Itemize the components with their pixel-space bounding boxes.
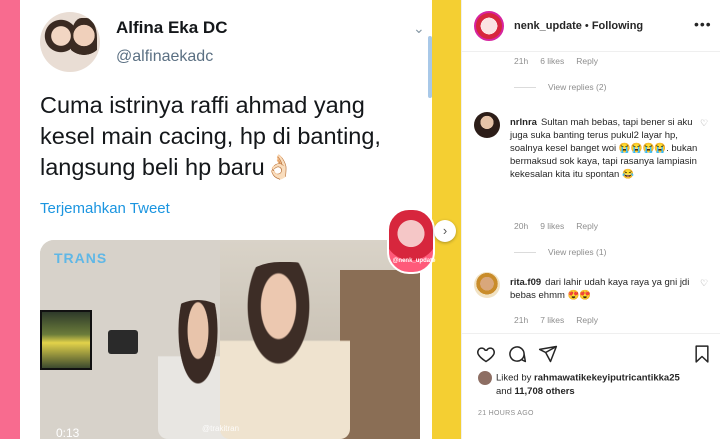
view-replies-button[interactable]: View replies (1) xyxy=(514,247,606,257)
chevron-down-icon: ⌄ xyxy=(413,20,425,36)
liked-user-link[interactable]: rahmawatikekeyiputricantikka25 xyxy=(534,373,680,384)
translate-tweet-link: Terjemahkan Tweet xyxy=(40,200,170,217)
tweet-video: TRANS @trakitran 0:13 xyxy=(40,240,420,439)
video-watermark: @trakitran xyxy=(202,424,240,433)
instagram-panel: nenk_update • Following ••• 21h 6 likes Re… xyxy=(461,0,720,439)
view-replies-button[interactable]: View replies (2) xyxy=(514,82,606,92)
video-time: 0:13 xyxy=(56,426,80,439)
chevron-right-icon[interactable]: › xyxy=(434,220,456,242)
comment-likes[interactable]: 6 likes xyxy=(540,56,564,66)
comment-body: nrlnra Sultan mah bebas, tapi bener si ak… xyxy=(510,116,706,181)
username-link[interactable]: nenk_update xyxy=(514,20,582,32)
comment-meta: 21h 6 likes Reply xyxy=(514,56,610,66)
scrollbar xyxy=(428,36,432,98)
video-door xyxy=(340,270,420,439)
comment-username[interactable]: nrlnra xyxy=(510,117,537,128)
reply-button[interactable]: Reply xyxy=(576,315,598,325)
heart-icon[interactable]: ♡ xyxy=(700,278,708,289)
heart-icon[interactable]: ♡ xyxy=(700,118,708,129)
tweet-author-handle: @alfinaekadc xyxy=(116,48,214,65)
reply-button[interactable]: Reply xyxy=(576,221,598,231)
more-options-icon[interactable]: ••• xyxy=(694,16,712,32)
tweet-card: Alfina Eka DC @alfinaekadc ⌄ Cuma istrin… xyxy=(20,0,432,439)
avatar[interactable] xyxy=(474,272,500,298)
comment-time: 21h xyxy=(514,315,529,325)
avatar[interactable] xyxy=(478,371,492,385)
video-channel-logo: TRANS xyxy=(54,250,108,266)
following-button[interactable]: Following xyxy=(592,20,643,32)
comment-likes[interactable]: 7 likes xyxy=(540,315,564,325)
bookmark-icon[interactable] xyxy=(692,344,712,369)
comment-body: rita.f09 dari lahir udah kaya raya ya gni… xyxy=(510,276,706,302)
comment-time: 20h xyxy=(514,221,529,231)
comment-icon[interactable] xyxy=(507,344,527,369)
comment-likes[interactable]: 9 likes xyxy=(540,221,564,231)
comment-meta: 21h 7 likes Reply xyxy=(514,315,610,325)
video-tv xyxy=(40,310,92,370)
post-actions: Liked by rahmawatikekeyiputricantikka25 … xyxy=(462,333,720,439)
heart-icon[interactable] xyxy=(476,344,496,369)
separator: • xyxy=(581,20,592,32)
post-media: Alfina Eka DC @alfinaekadc ⌄ Cuma istrin… xyxy=(0,0,461,439)
video-speaker xyxy=(108,330,138,354)
comment-time: 21h xyxy=(514,56,529,66)
liked-by: Liked by rahmawatikekeyiputricantikka25 … xyxy=(478,371,680,398)
tweet-author-name: Alfina Eka DC xyxy=(116,18,228,37)
pink-border xyxy=(0,0,20,439)
avatar[interactable] xyxy=(474,112,500,138)
avatar[interactable] xyxy=(474,11,504,41)
comment-text: Sultan mah bebas, tapi bener si aku juga… xyxy=(510,117,698,180)
post-owner: nenk_update • Following xyxy=(514,20,643,32)
liked-prefix: Liked by xyxy=(496,372,535,384)
likes-count-link[interactable]: 11,708 others xyxy=(515,386,575,397)
post-header: nenk_update • Following ••• xyxy=(462,0,720,52)
post-timestamp: 21 HOURS AGO xyxy=(478,410,534,417)
share-icon[interactable] xyxy=(538,344,558,369)
liked-and: and xyxy=(496,386,515,397)
tweet-avatar xyxy=(40,12,100,72)
comment-username[interactable]: rita.f09 xyxy=(510,277,541,288)
tweet-text: Cuma istrinya raffi ahmad yang kesel mai… xyxy=(40,92,381,180)
video-person-right xyxy=(220,262,350,439)
account-sticker-label: @nenk_update xyxy=(392,258,436,264)
account-sticker xyxy=(387,208,435,274)
comment-meta: 20h 9 likes Reply xyxy=(514,221,610,231)
reply-button[interactable]: Reply xyxy=(576,56,598,66)
